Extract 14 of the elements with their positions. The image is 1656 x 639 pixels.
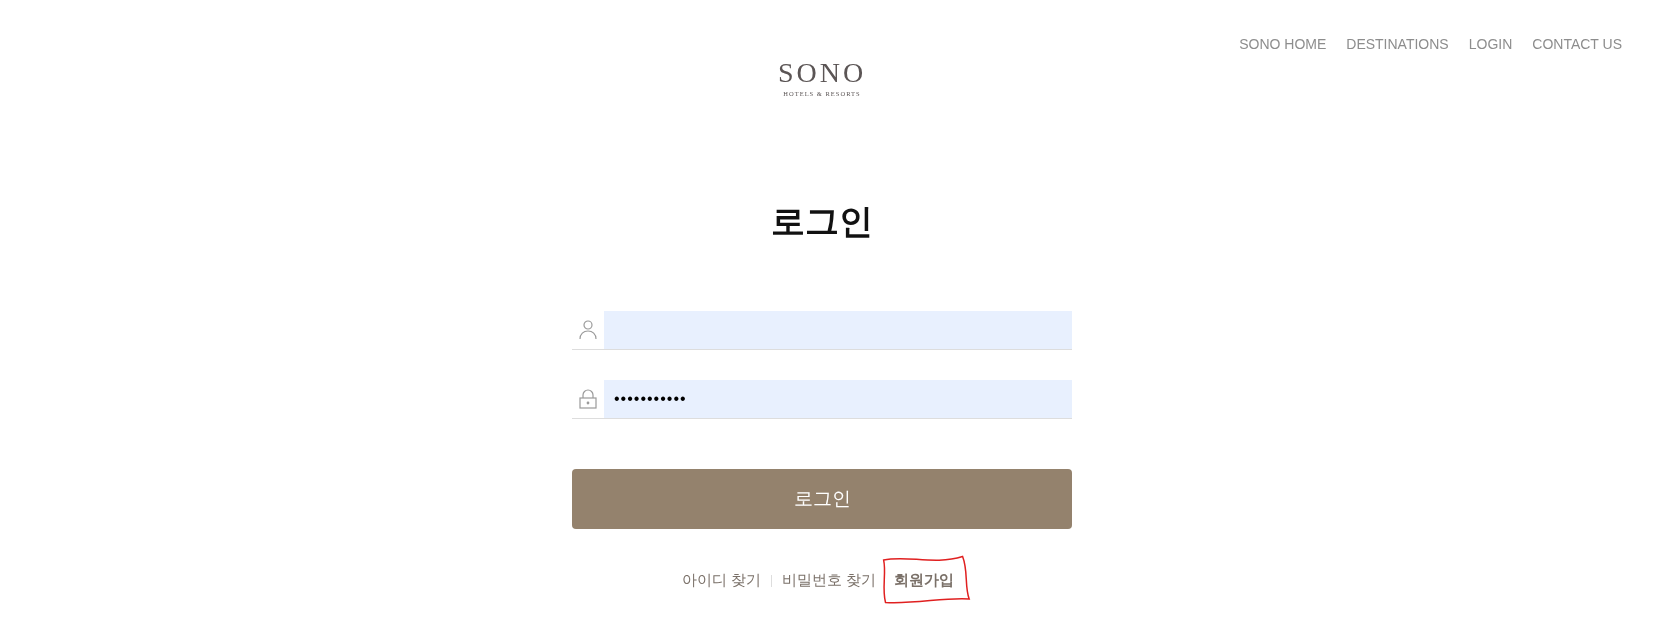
nav-link[interactable]: DESTINATIONS bbox=[1346, 36, 1449, 52]
login-button[interactable]: 로그인 bbox=[572, 469, 1072, 529]
nav-link[interactable]: CONTACT US bbox=[1532, 36, 1622, 52]
user-icon bbox=[579, 320, 597, 340]
password-field[interactable]: ••••••••••• bbox=[604, 380, 1072, 418]
page-title: 로그인 bbox=[770, 201, 874, 241]
lock-icon bbox=[579, 389, 597, 409]
logo-name: SONO bbox=[777, 58, 867, 88]
nav-link[interactable]: LOGIN bbox=[1468, 36, 1513, 52]
username-field[interactable] bbox=[604, 311, 1072, 349]
text-link[interactable]: 회원가입 bbox=[894, 565, 955, 596]
text-link[interactable]: 아이디 찾기 bbox=[681, 565, 761, 596]
text-link[interactable]: 비밀번호 찾기 bbox=[782, 565, 877, 596]
nav-link[interactable]: SONO HOME bbox=[1239, 36, 1327, 52]
